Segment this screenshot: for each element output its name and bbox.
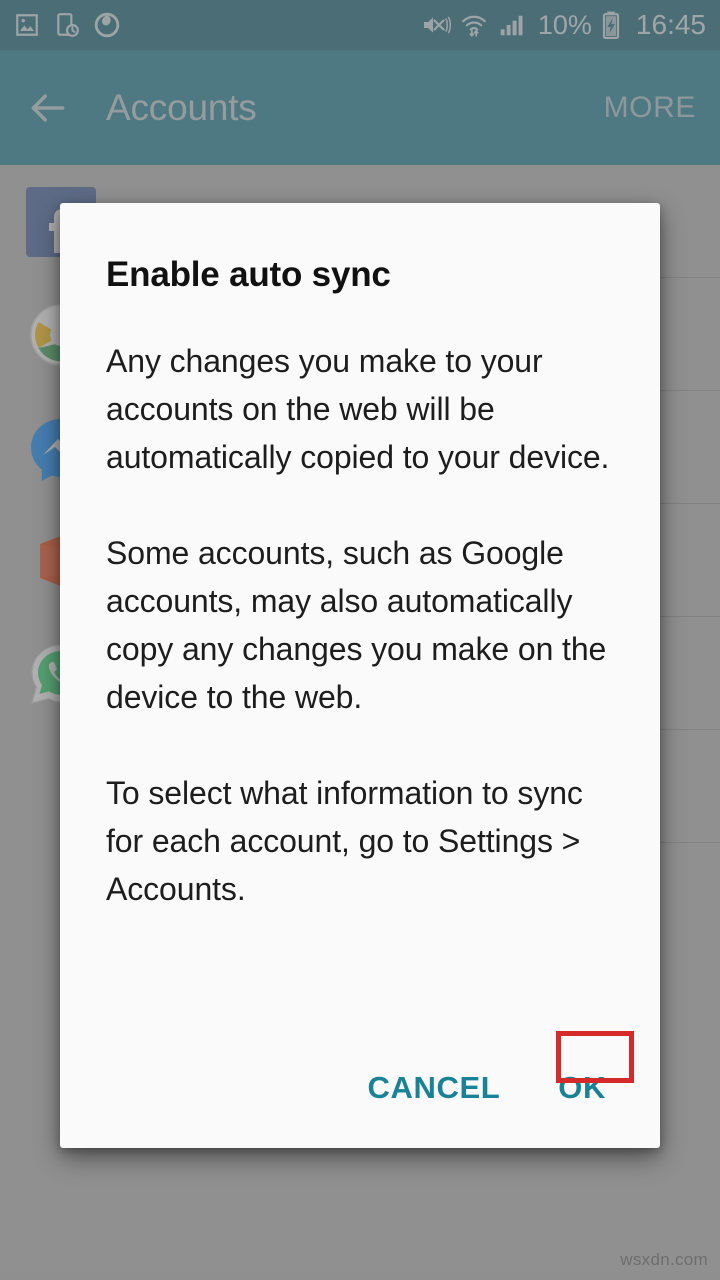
- watermark: wsxdn.com: [620, 1250, 708, 1269]
- status-bar-right-icons: 10% 16:45: [421, 11, 706, 39]
- dialog-title: Enable auto sync: [106, 255, 391, 294]
- dialog-paragraph-3: To select what information to sync for e…: [106, 775, 583, 907]
- vodafone-logo-icon: [94, 12, 120, 38]
- dialog-message: Any changes you make to your accounts on…: [106, 337, 614, 1028]
- dialog-action-bar: CANCEL OK: [106, 1028, 614, 1148]
- status-bar-left-icons: [14, 12, 120, 38]
- action-bar: Accounts MORE: [0, 50, 720, 165]
- arrow-left-icon[interactable]: [26, 86, 70, 130]
- status-bar: 10% 16:45: [0, 0, 720, 50]
- enable-auto-sync-dialog: Enable auto sync Any changes you make to…: [60, 203, 660, 1148]
- cancel-button[interactable]: CANCEL: [368, 1070, 501, 1106]
- more-button[interactable]: MORE: [604, 91, 696, 125]
- dialog-paragraph-2: Some accounts, such as Google accounts, …: [106, 535, 607, 715]
- signal-bars-icon: [497, 12, 525, 38]
- image-icon: [14, 12, 40, 38]
- battery-charging-icon: [601, 11, 621, 39]
- clock-label: 16:45: [635, 9, 706, 40]
- wifi-transfer-icon: [460, 12, 488, 38]
- dialog-paragraph-1: Any changes you make to your accounts on…: [106, 343, 610, 475]
- device-clock-icon: [54, 12, 80, 38]
- battery-percent-label: 10%: [537, 9, 592, 40]
- ok-button[interactable]: OK: [558, 1070, 606, 1106]
- page-title: Accounts: [106, 86, 257, 128]
- mute-vibrate-icon: [421, 12, 451, 38]
